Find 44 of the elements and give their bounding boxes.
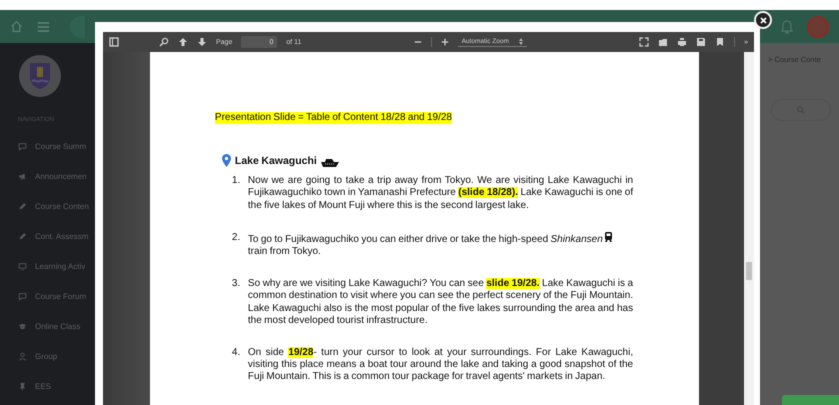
- save-icon[interactable]: [696, 37, 706, 47]
- zoom-in-icon[interactable]: [440, 38, 449, 46]
- sidebar-item[interactable]: Announcemen: [0, 161, 95, 191]
- pencil-icon: [18, 202, 27, 210]
- crest-icon: [29, 62, 51, 90]
- pin-icon: [18, 382, 27, 390]
- sidebar-item[interactable]: Course Summ: [0, 131, 95, 161]
- bookmark-icon[interactable]: [715, 37, 726, 47]
- sidebar-item[interactable]: Cont. Assessm: [0, 221, 95, 251]
- document-heading: Lake Kawaguchi: [234, 155, 317, 168]
- sidebar-item[interactable]: EES: [0, 371, 95, 401]
- pencil-icon: [18, 232, 27, 240]
- monitor-icon: [18, 262, 27, 270]
- sidebar-item[interactable]: Online Class: [0, 311, 95, 341]
- person-icon: [18, 352, 27, 360]
- list-item-text: Now we are going to take a trip away from Tokyo. We are visiting Lake Kawaguchi in Fujikawaguchiko town in Yamanashi Prefecture (slide 18/28). Lake Kawaguchi is one of the five lakes of Mount Fuji where this is the second largest lake.: [248, 175, 634, 212]
- chat-icon: [18, 292, 27, 300]
- list-number: 2.: [232, 232, 242, 245]
- list-item-text: So why are we visiting Lake Kawaguchi? You can see slide 19/28. Lake Kawaguchi is a common destination to visit where you can see the perfect scenery of the Fuji Mountain. Lake Kawaguchi also is the most popular of the five lakes surrounding the area and has the most developed tourist infrastructure.: [248, 278, 634, 328]
- list-item-text: To go to Fujikawaguchiko you can either drive or take the high-speed Shinkansen train from Tokyo.: [248, 232, 634, 258]
- search-icon[interactable]: [159, 37, 169, 47]
- sidebar-item[interactable]: Learning Activ: [0, 251, 95, 281]
- caret-icon: [518, 38, 523, 44]
- sidebar-item[interactable]: Course Conten: [0, 191, 95, 221]
- chat-icon: [18, 142, 27, 150]
- document-title: Presentation Slide = Table of Content 18/28 and 19/28: [214, 112, 452, 124]
- cap-icon: [18, 322, 27, 330]
- fullscreen-icon[interactable]: [639, 37, 650, 47]
- open-file-icon[interactable]: [658, 37, 668, 47]
- sidebar-item[interactable]: Course Forum: [0, 281, 95, 311]
- sidebar-toggle-icon[interactable]: [109, 37, 119, 47]
- boat-icon: [320, 159, 339, 168]
- train-icon: [605, 232, 612, 242]
- up-arrow-icon[interactable]: [178, 37, 188, 47]
- scrollbar-thumb[interactable]: [746, 262, 752, 280]
- megaphone-icon: [18, 172, 27, 180]
- print-icon[interactable]: [677, 37, 688, 47]
- map-pin-icon: [222, 154, 231, 168]
- list-number: 4.: [232, 347, 242, 360]
- list-number: 3.: [232, 278, 242, 292]
- sidebar-item[interactable]: Group: [0, 341, 95, 371]
- list-number: 1.: [232, 175, 242, 188]
- down-arrow-icon[interactable]: [197, 37, 207, 47]
- close-icon: [760, 16, 766, 24]
